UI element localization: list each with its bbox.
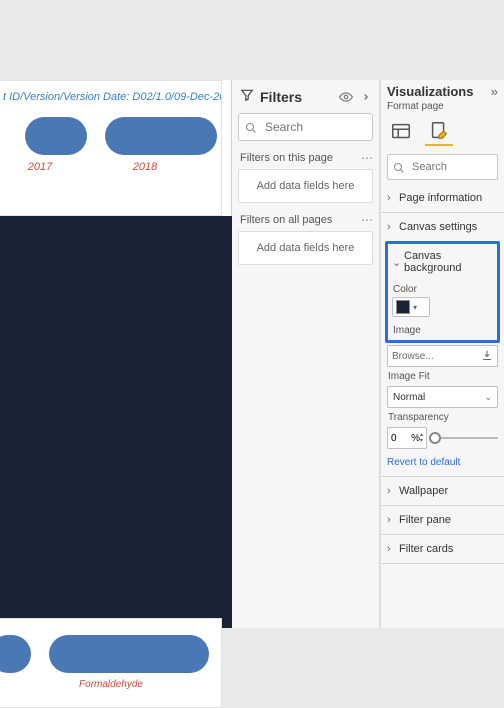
color-swatch [396,300,410,314]
section-page-information[interactable]: › Page information [387,186,498,210]
slider-thumb[interactable] [429,432,441,444]
filter-icon [240,88,254,105]
chevron-right-icon: › [387,221,395,233]
section-label: Filter cards [399,543,453,555]
viz-title: Visualizations [387,84,491,99]
viz-subtitle: Format page [387,99,498,116]
transparency-label: Transparency [387,408,498,425]
more-icon[interactable]: ⋯ [361,151,373,165]
spinner-icon[interactable]: ▴▾ [420,432,423,444]
bottom-label: Formaldehyde [0,673,221,690]
collapse-icon[interactable] [359,90,373,104]
transparency-input[interactable]: 0 % ▴▾ [387,427,427,449]
section-wallpaper[interactable]: › Wallpaper [387,479,498,503]
section-label: Wallpaper [399,485,448,497]
filters-page-section: Filters on this page ⋯ [238,141,373,169]
report-bottom-visual[interactable]: Formaldehyde [0,618,222,708]
viz-header: Visualizations » [387,84,498,99]
bottom-pill-row [0,619,221,673]
filters-page-label: Filters on this page [240,152,333,164]
dropzone-text: Add data fields here [257,180,355,192]
section-label: Filter pane [399,514,451,526]
pill-large [49,635,209,673]
image-browse[interactable]: Browse... [387,345,498,367]
browse-label: Browse... [392,351,434,362]
pill-2017 [25,117,87,155]
section-filter-cards[interactable]: › Filter cards [387,537,498,561]
report-top-visual[interactable]: t ID/Version/Version Date: D02/1.0/09-De… [0,80,222,216]
section-label: Canvas settings [399,221,477,233]
year-label: 2018 [89,161,201,173]
section-canvas-settings[interactable]: › Canvas settings [387,215,498,239]
transparency-unit: % [411,433,420,444]
viz-search[interactable] [387,154,498,180]
section-canvas-background[interactable]: ⌄ Canvas background [392,248,493,280]
filters-page-dropzone[interactable]: Add data fields here [238,169,373,203]
color-label: Color [392,280,493,297]
chevron-right-icon: › [387,514,395,526]
expand-icon[interactable]: » [491,84,498,99]
image-fit-select[interactable]: Normal ⌄ [387,386,498,408]
revert-to-default[interactable]: Revert to default [387,449,498,474]
transparency-value: 0 [391,433,411,444]
chevron-down-icon: ⌄ [392,256,400,269]
report-header-text: t ID/Version/Version Date: D02/1.0/09-De… [0,81,221,107]
dropzone-text: Add data fields here [257,242,355,254]
format-tabs [387,116,498,154]
transparency-slider[interactable] [431,427,498,449]
chevron-right-icon: › [387,192,395,204]
color-picker[interactable]: ▾ [392,297,430,317]
search-icon [393,161,405,173]
visibility-icon[interactable] [339,90,353,104]
chevron-down-icon: ▾ [413,303,417,312]
transparency-control: 0 % ▴▾ [387,427,498,449]
filters-all-section: Filters on all pages ⋯ [238,203,373,231]
tab-report-icon[interactable] [387,118,415,146]
visualizations-panel: Visualizations » Format page › Page info… [380,80,504,628]
viz-search-input[interactable] [410,160,504,174]
year-label: 2017 [9,161,71,173]
filters-all-label: Filters on all pages [240,214,332,226]
year-row: 2017 2018 [0,155,221,173]
more-icon[interactable]: ⋯ [361,213,373,227]
pill-small [0,635,31,673]
image-fit-label: Image Fit [387,367,498,384]
image-label: Image [392,321,493,338]
tab-format-page-icon[interactable] [425,118,453,146]
filters-search[interactable] [238,113,373,141]
section-filter-pane[interactable]: › Filter pane [387,508,498,532]
search-icon [245,121,257,133]
upload-icon [481,349,493,364]
report-canvas-area: t ID/Version/Version Date: D02/1.0/09-De… [0,80,232,628]
filters-panel: Filters Filters on this page ⋯ Add data … [232,80,380,628]
section-label: Page information [399,192,482,204]
chevron-right-icon: › [387,543,395,555]
slider-track [431,437,498,439]
image-fit-value: Normal [393,392,425,403]
filters-all-dropzone[interactable]: Add data fields here [238,231,373,265]
canvas-background-area[interactable]: Formaldehyde [0,216,232,628]
section-label: Canvas background [404,250,493,274]
chevron-right-icon: › [387,485,395,497]
pill-row [0,107,221,155]
pill-2018 [105,117,217,155]
canvas-background-highlight: ⌄ Canvas background Color ▾ Image [385,241,500,343]
filters-title: Filters [260,89,302,105]
chevron-down-icon: ⌄ [484,392,492,403]
filters-header: Filters [238,86,373,113]
